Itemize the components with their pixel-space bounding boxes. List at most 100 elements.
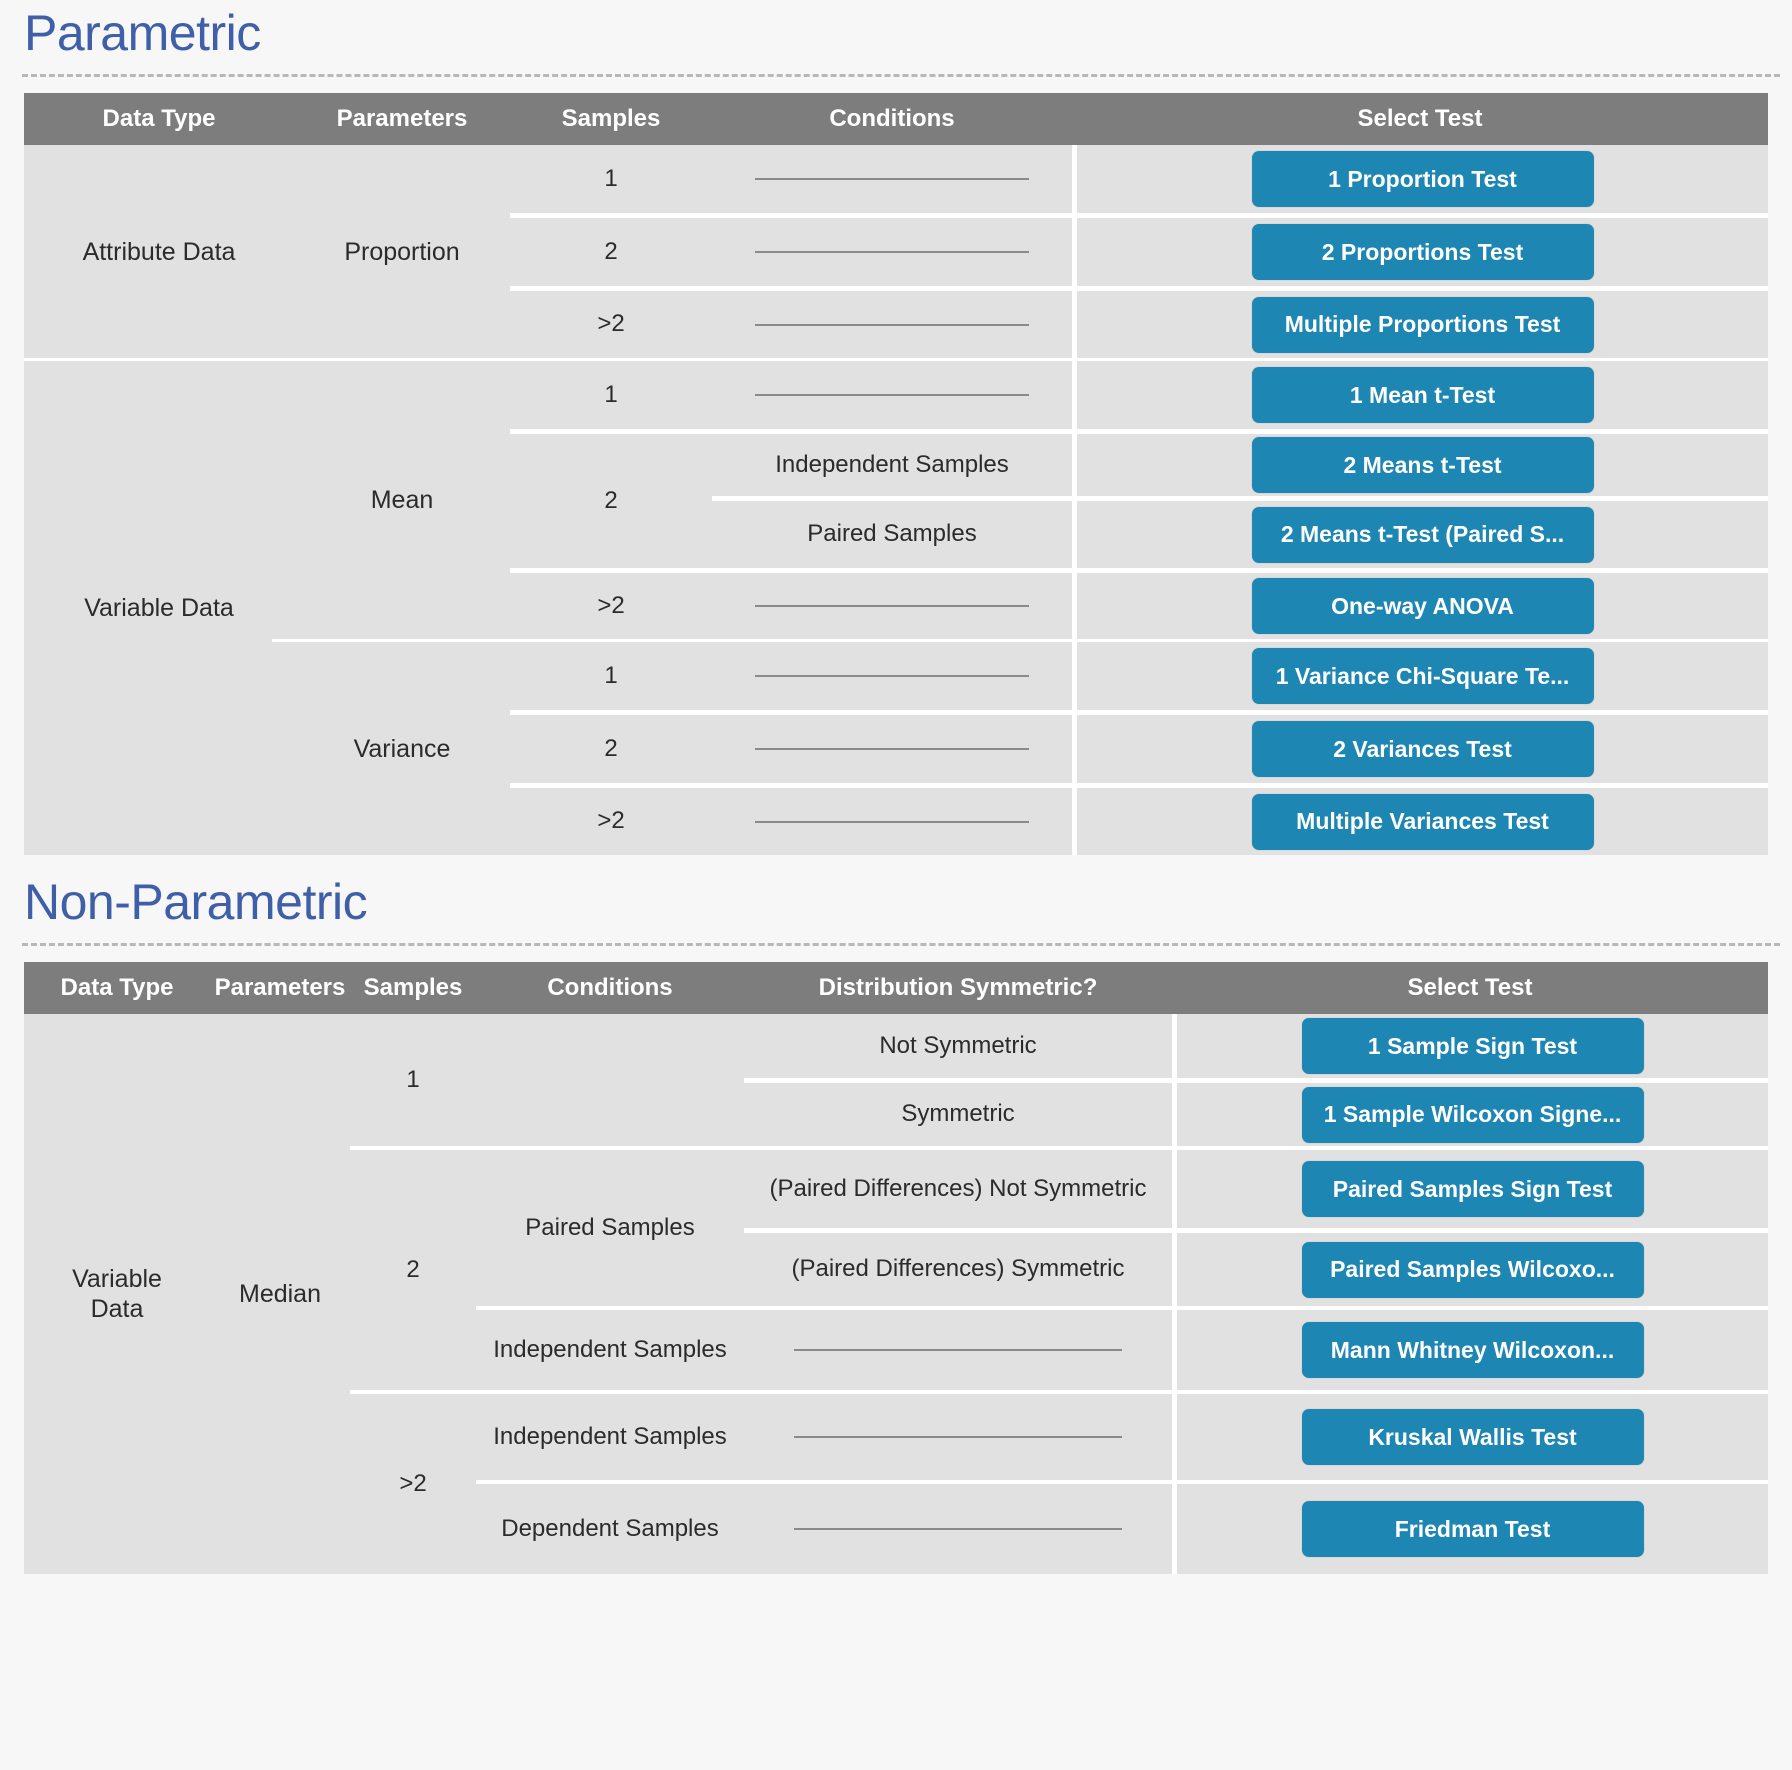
- table-cell-symmetry: Symmetric: [744, 1083, 1172, 1146]
- table-cell-select-test: Kruskal Wallis Test: [1177, 1394, 1768, 1480]
- table-cell-samples: >2: [350, 1394, 476, 1574]
- blank-condition-line: [754, 820, 1030, 823]
- table-cell-conditions: Independent Samples: [476, 1394, 744, 1480]
- parametric-section: Parametric Data Type Parameters Samples …: [0, 0, 1792, 855]
- table-cell-conditions: [712, 361, 1072, 429]
- test-button-1-proportion[interactable]: 1 Proportion Test: [1251, 151, 1594, 207]
- column-header-samples: Samples: [561, 105, 661, 132]
- table-cell-conditions: Paired Samples: [476, 1150, 744, 1306]
- parametric-table-header: Data Type Parameters Samples Conditions …: [24, 93, 1768, 145]
- blank-condition-line: [754, 605, 1030, 607]
- table-cell-select-test: 1 Sample Wilcoxon Signe...: [1177, 1083, 1768, 1146]
- column-header-parameters: Parameters: [336, 105, 468, 132]
- test-button-one-way-anova[interactable]: One-way ANOVA: [1251, 578, 1594, 634]
- parametric-table: Data Type Parameters Samples Conditions …: [0, 93, 1792, 855]
- non-parametric-table: Data Type Parameters Samples Conditions …: [0, 962, 1792, 1574]
- test-button-friedman[interactable]: Friedman Test: [1301, 1501, 1644, 1557]
- table-cell-samples: >2: [510, 291, 712, 358]
- blank-condition-line: [754, 251, 1030, 253]
- table-cell-conditions: [712, 788, 1072, 855]
- parametric-title: Parametric: [24, 5, 261, 61]
- test-button-multiple-variances[interactable]: Multiple Variances Test: [1251, 793, 1594, 850]
- column-header-select-test: Select Test: [1357, 105, 1483, 132]
- column-header-data-type: Data Type: [102, 105, 216, 132]
- non-parametric-title: Non-Parametric: [24, 874, 368, 930]
- table-cell-samples: 1: [510, 361, 712, 429]
- table-cell-select-test: 2 Means t-Test (Paired S...: [1077, 501, 1768, 568]
- table-cell-select-test: Paired Samples Wilcoxo...: [1177, 1233, 1768, 1306]
- table-cell-conditions: Dependent Samples: [476, 1484, 744, 1574]
- table-cell-samples: 2: [350, 1150, 476, 1390]
- table-cell-select-test: 1 Mean t-Test: [1077, 361, 1768, 429]
- table-cell-samples: >2: [510, 788, 712, 855]
- test-button-multiple-proportions[interactable]: Multiple Proportions Test: [1251, 296, 1594, 353]
- non-parametric-divider: [22, 943, 1780, 946]
- blank-condition-line: [754, 178, 1030, 180]
- table-cell-select-test: Multiple Proportions Test: [1077, 291, 1768, 358]
- table-cell-parameter-mean: Mean: [294, 361, 510, 639]
- test-button-kruskal-wallis[interactable]: Kruskal Wallis Test: [1301, 1409, 1644, 1465]
- table-cell-parameter-proportion: Proportion: [294, 145, 510, 358]
- column-header-distribution-symmetric: Distribution Symmetric?: [818, 974, 1098, 1001]
- table-cell-symmetry: [744, 1484, 1172, 1574]
- test-button-2-variances[interactable]: 2 Variances Test: [1251, 721, 1594, 777]
- table-cell-samples: 2: [510, 715, 712, 783]
- test-button-paired-samples-sign[interactable]: Paired Samples Sign Test: [1301, 1161, 1644, 1217]
- test-button-1-sample-sign[interactable]: 1 Sample Sign Test: [1301, 1018, 1644, 1074]
- column-header-conditions: Conditions: [829, 105, 955, 132]
- test-button-2-proportions[interactable]: 2 Proportions Test: [1251, 224, 1594, 280]
- non-parametric-section: Non-Parametric Data Type Parameters Samp…: [0, 877, 1792, 1574]
- table-cell-select-test: 2 Variances Test: [1077, 715, 1768, 783]
- table-cell-conditions: [712, 291, 1072, 358]
- non-parametric-table-body: Variable Data Median 1 2 >2 Paired Sampl…: [24, 1014, 1768, 1574]
- blank-symmetry-line: [793, 1349, 1123, 1351]
- test-button-paired-samples-wilcoxon[interactable]: Paired Samples Wilcoxo...: [1301, 1241, 1644, 1298]
- table-cell-select-test: Friedman Test: [1177, 1484, 1768, 1574]
- test-button-1-sample-wilcoxon-signed[interactable]: 1 Sample Wilcoxon Signe...: [1301, 1086, 1644, 1143]
- table-cell-select-test: 2 Proportions Test: [1077, 218, 1768, 286]
- table-cell-select-test: One-way ANOVA: [1077, 573, 1768, 639]
- table-cell-samples: 2: [510, 218, 712, 286]
- column-header-data-type: Data Type: [60, 974, 174, 1001]
- test-button-mann-whitney-wilcoxon[interactable]: Mann Whitney Wilcoxon...: [1301, 1322, 1644, 1378]
- table-cell-conditions: Independent Samples: [712, 434, 1072, 496]
- table-cell-select-test: Multiple Variances Test: [1077, 788, 1768, 855]
- table-cell-conditions: [712, 573, 1072, 639]
- table-cell-select-test: 1 Sample Sign Test: [1177, 1014, 1768, 1078]
- test-button-2-means-t-test-paired[interactable]: 2 Means t-Test (Paired S...: [1251, 506, 1594, 563]
- table-cell-conditions: Independent Samples: [476, 1310, 744, 1390]
- blank-condition-line: [754, 748, 1030, 750]
- blank-symmetry-line: [793, 1436, 1123, 1438]
- table-cell-symmetry: [744, 1310, 1172, 1390]
- table-cell-symmetry: (Paired Differences) Not Symmetric: [744, 1150, 1172, 1228]
- table-cell-symmetry: Not Symmetric: [744, 1014, 1172, 1078]
- table-cell-select-test: Paired Samples Sign Test: [1177, 1150, 1768, 1228]
- test-button-1-variance-chi-square[interactable]: 1 Variance Chi-Square Te...: [1251, 648, 1594, 704]
- table-cell-conditions: Paired Samples: [712, 501, 1072, 568]
- parametric-divider: [22, 74, 1780, 77]
- table-cell-conditions: [712, 642, 1072, 710]
- column-header-select-test: Select Test: [1407, 974, 1533, 1001]
- table-cell-select-test: 2 Means t-Test: [1077, 434, 1768, 496]
- blank-condition-line: [754, 675, 1030, 677]
- table-cell-symmetry: (Paired Differences) Symmetric: [744, 1233, 1172, 1306]
- column-header-parameters: Parameters: [214, 974, 346, 1001]
- blank-condition-line: [754, 394, 1030, 396]
- table-cell-samples: 1: [510, 642, 712, 710]
- table-cell-data-type-variable: Variable Data: [24, 361, 294, 855]
- blank-condition-line: [754, 323, 1030, 326]
- test-button-2-means-t-test[interactable]: 2 Means t-Test: [1251, 437, 1594, 493]
- table-cell-select-test: 1 Variance Chi-Square Te...: [1077, 642, 1768, 710]
- table-cell-select-test: Mann Whitney Wilcoxon...: [1177, 1310, 1768, 1390]
- table-cell-symmetry: [744, 1394, 1172, 1480]
- test-button-1-mean-t-test[interactable]: 1 Mean t-Test: [1251, 367, 1594, 423]
- table-cell-conditions: [712, 218, 1072, 286]
- table-cell-samples: 1: [350, 1014, 476, 1146]
- stat-test-selector-page: Parametric Data Type Parameters Samples …: [0, 0, 1792, 1770]
- table-cell-conditions: [476, 1014, 744, 1146]
- parametric-table-body: Attribute Data Variable Data Proportion …: [24, 145, 1768, 855]
- table-cell-samples: 2: [510, 434, 712, 568]
- table-cell-parameter-variance: Variance: [294, 642, 510, 855]
- table-cell-parameter-median: Median: [210, 1014, 350, 1574]
- column-header-samples: Samples: [363, 974, 463, 1001]
